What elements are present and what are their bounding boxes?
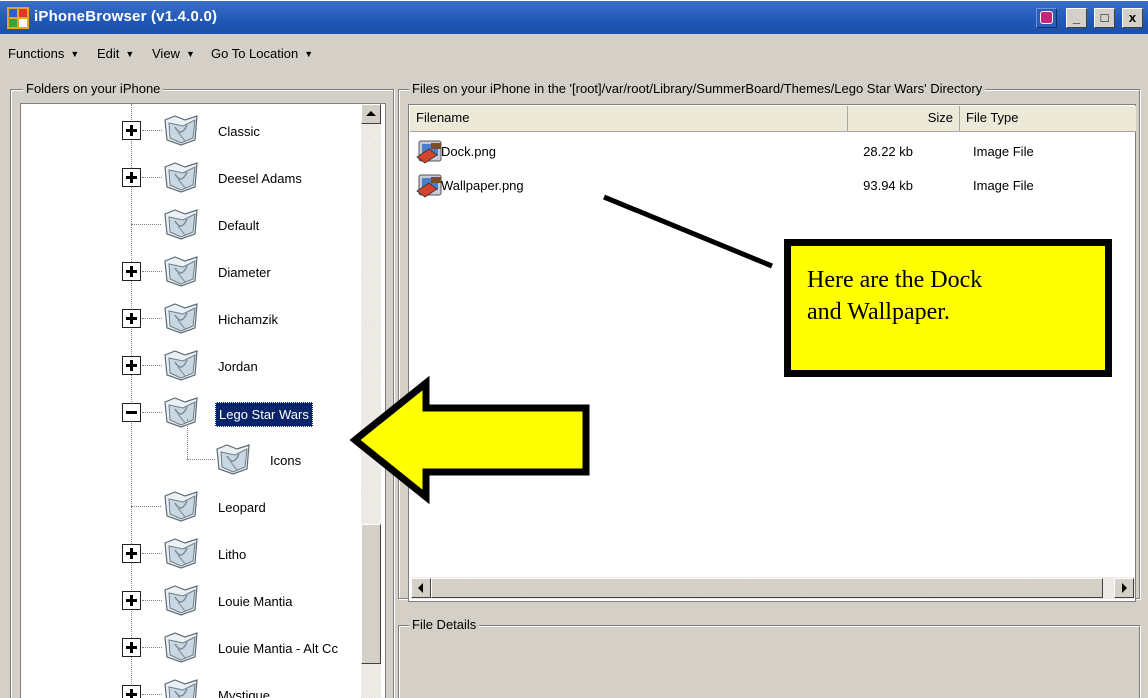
left-arrow-icon — [349, 375, 590, 505]
callout-text-line2: and Wallpaper. — [807, 299, 950, 325]
callout-text-line1: Here are the Dock — [807, 267, 983, 293]
pointer-line — [603, 194, 773, 269]
callout-box: Here are the Dock and Wallpaper. — [784, 239, 1112, 377]
